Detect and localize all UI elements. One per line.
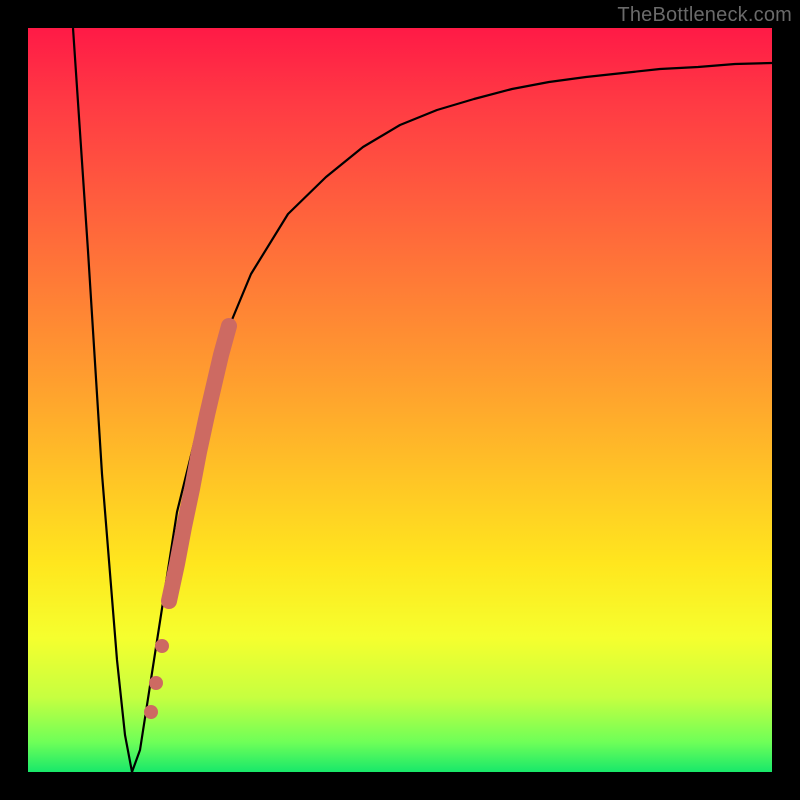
- watermark-text: TheBottleneck.com: [617, 4, 792, 27]
- bottleneck-plot: [28, 28, 772, 772]
- highlight-dot: [149, 676, 163, 690]
- highlight-dot: [144, 705, 158, 719]
- highlight-segment: [169, 326, 229, 601]
- highlight-dot: [155, 639, 169, 653]
- curve-layer: [28, 28, 772, 772]
- chart-frame: TheBottleneck.com: [0, 0, 800, 800]
- main-curve: [73, 28, 772, 772]
